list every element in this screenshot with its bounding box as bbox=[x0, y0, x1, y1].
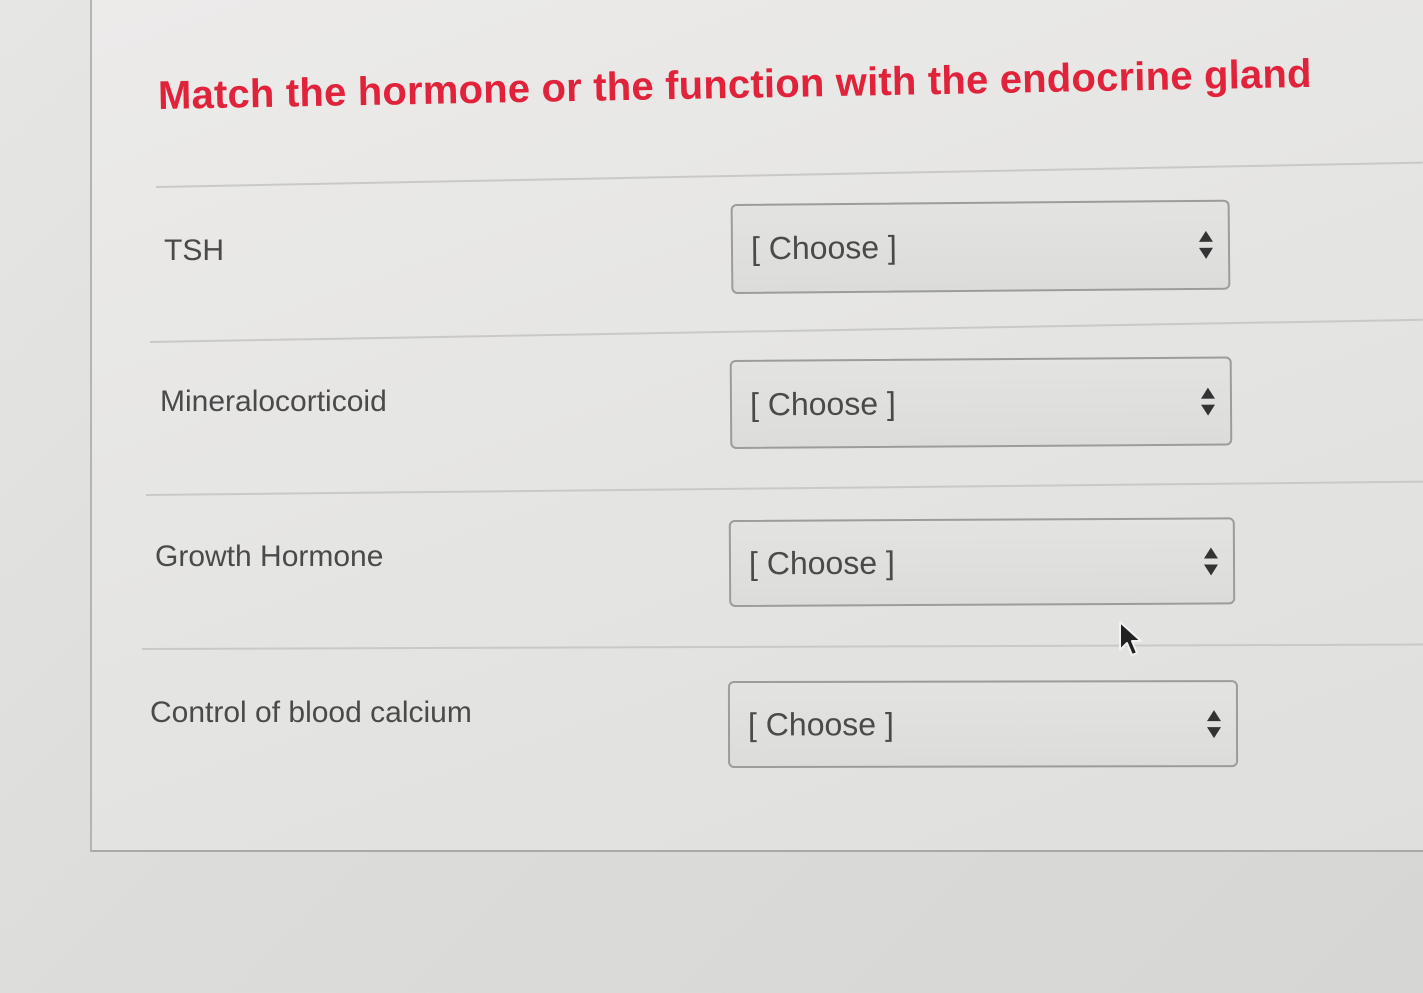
up-down-arrows-icon bbox=[1198, 230, 1214, 260]
up-down-arrows-icon bbox=[1203, 546, 1219, 576]
prompt-label-mineralocorticoid: Mineralocorticoid bbox=[160, 385, 387, 418]
prompt-label-blood-calcium: Control of blood calcium bbox=[150, 696, 472, 729]
gland-select-blood-calcium[interactable]: [ Choose ] bbox=[727, 680, 1239, 768]
select-value: [ Choose ] bbox=[748, 544, 895, 581]
gland-select-tsh[interactable]: [ Choose ] bbox=[730, 199, 1231, 294]
up-down-arrows-icon bbox=[1206, 709, 1222, 739]
mouse-pointer-icon bbox=[1118, 620, 1144, 658]
prompt-label-growth-hormone: Growth Hormone bbox=[155, 540, 384, 573]
prompt-label-tsh: TSH bbox=[164, 234, 224, 267]
select-value: [ Choose ] bbox=[750, 229, 898, 267]
select-value: [ Choose ] bbox=[749, 384, 896, 422]
up-down-arrows-icon bbox=[1200, 386, 1216, 416]
gland-select-growth-hormone[interactable]: [ Choose ] bbox=[728, 517, 1236, 607]
select-value: [ Choose ] bbox=[747, 705, 894, 742]
gland-select-mineralocorticoid[interactable]: [ Choose ] bbox=[729, 356, 1233, 449]
